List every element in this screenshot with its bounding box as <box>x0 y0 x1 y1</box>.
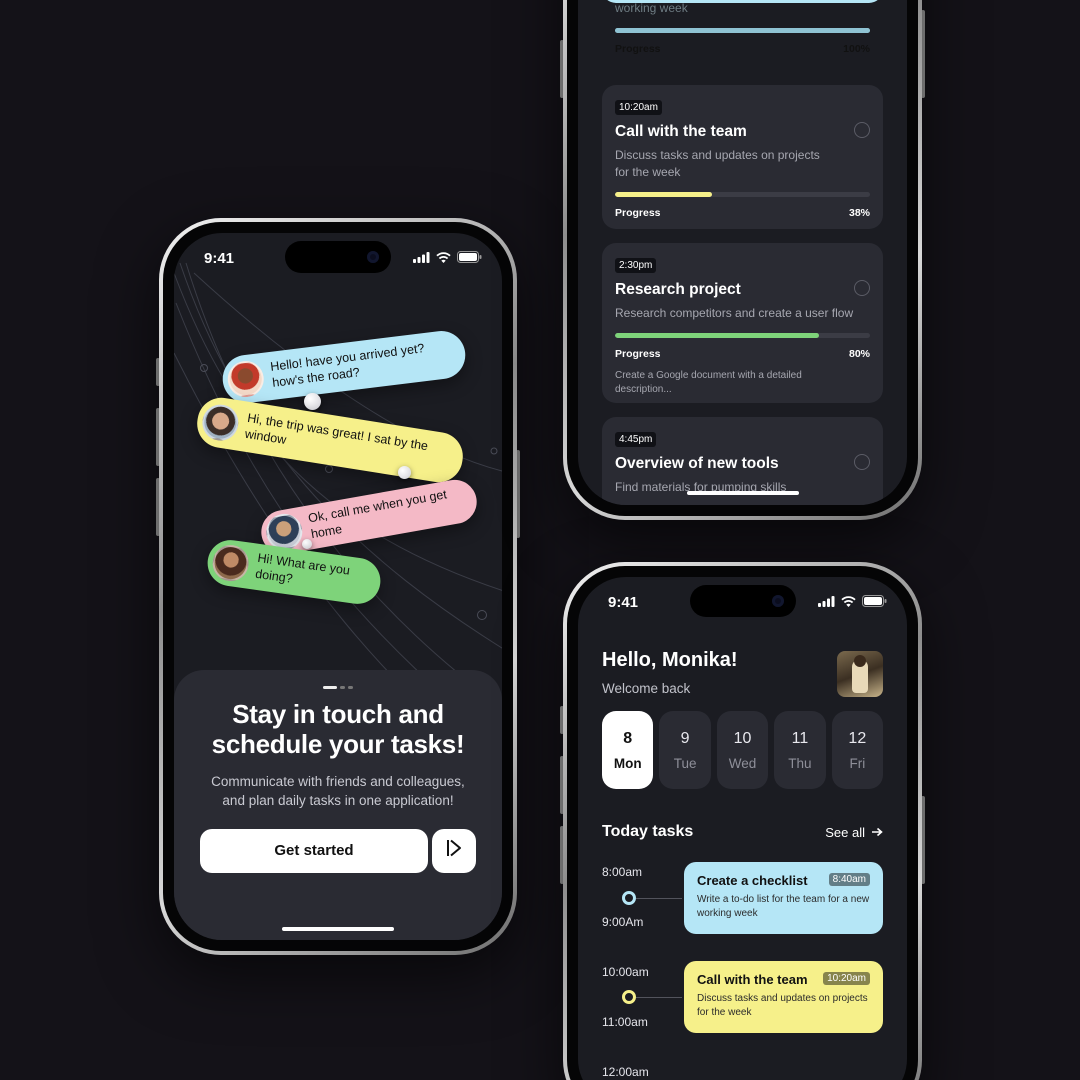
wifi-icon <box>436 250 451 267</box>
progress-value: 80% <box>848 347 870 360</box>
task-title: Overview of new tools <box>615 455 779 472</box>
task-card-call[interactable]: 10:20am Call with the team Discuss tasks… <box>602 85 883 229</box>
progress-bar <box>615 191 870 197</box>
progress-label: Progress <box>615 43 661 55</box>
timeline-dot <box>622 990 636 1004</box>
onboarding-screen: 9:41 Hello! have you arrived yet? how's … <box>174 233 502 940</box>
timeline-end: 9:00Am <box>602 915 644 929</box>
wifi-icon <box>841 594 856 611</box>
schedule-desc: Discuss tasks and updates on projects fo… <box>697 993 868 1018</box>
day-mon[interactable]: 8 Mon <box>602 711 654 789</box>
schedule-card-call[interactable]: Call with the team 10:20am Discuss tasks… <box>684 961 883 1033</box>
timeline-start: 10:00am <box>602 965 649 979</box>
schedule-card-checklist[interactable]: Create a checklist 8:40am Write a to-do … <box>684 862 883 934</box>
avatar <box>225 359 266 400</box>
day-name: Wed <box>728 755 757 771</box>
greeting-title: Hello, Monika! <box>602 649 738 671</box>
status-time: 9:41 <box>608 593 639 611</box>
progress-label: Progress <box>615 347 661 360</box>
see-all-link[interactable]: See all <box>825 825 883 840</box>
day-number: 11 <box>791 729 809 747</box>
task-card-desc: working week <box>615 1 688 15</box>
play-next-icon <box>446 839 462 862</box>
home-indicator <box>282 927 394 931</box>
day-thu[interactable]: 11 Thu <box>774 711 826 789</box>
connector-dot <box>304 393 321 410</box>
connector-dot <box>398 466 411 479</box>
progress-bar <box>615 332 870 338</box>
task-title: Research project <box>615 281 741 298</box>
task-checkbox[interactable] <box>854 122 870 138</box>
schedule-time-chip: 8:40am <box>828 873 870 886</box>
onboarding-title: Stay in touch and schedule your tasks! <box>211 699 465 760</box>
connector-dot <box>302 539 312 549</box>
home-phone: 9:41 Hello, Monika! Welcome back 8 Mon 9… <box>563 562 922 1080</box>
day-name: Thu <box>788 755 812 771</box>
day-name: Fri <box>849 755 866 771</box>
timeline-connector <box>636 997 682 998</box>
signal-icon <box>413 250 430 267</box>
day-tue[interactable]: 9 Tue <box>659 711 711 789</box>
day-number: 10 <box>733 729 752 747</box>
day-wed[interactable]: 10 Wed <box>716 711 769 789</box>
task-time: 2:30pm <box>615 258 657 273</box>
schedule-time-chip: 10:20am <box>823 972 870 985</box>
avatar <box>199 402 241 444</box>
day-number: 9 <box>680 729 690 747</box>
day-number: 12 <box>848 729 867 747</box>
task-desc: Research competitors and create a user f… <box>615 306 854 320</box>
get-started-button[interactable]: Get started <box>200 828 428 873</box>
section-title: Today tasks <box>602 823 694 840</box>
task-time: 10:20am <box>615 100 662 115</box>
task-card-research[interactable]: 2:30pm Research project Research competi… <box>602 243 883 403</box>
dynamic-island <box>689 585 796 617</box>
tasks-phone: working week Progress 100% 10:20am Call … <box>563 0 922 520</box>
task-time: 4:45pm <box>615 432 657 447</box>
progress-label: Progress <box>615 206 661 219</box>
chat-bubble-text: Hi! What are you doing? <box>254 551 351 586</box>
dynamic-island <box>285 241 391 273</box>
timeline-dot <box>622 891 636 905</box>
battery-icon <box>457 250 482 267</box>
day-number: 8 <box>623 729 633 747</box>
avatar[interactable] <box>837 651 883 697</box>
task-checkbox[interactable] <box>854 454 870 470</box>
task-note: Create a Google document with a detailed… <box>615 369 802 395</box>
greeting-block: Hello, Monika! Welcome back <box>602 649 738 696</box>
timeline-end: 11:00am <box>602 1015 648 1029</box>
page-indicator[interactable] <box>200 686 476 689</box>
avatar <box>210 542 251 584</box>
day-name: Tue <box>673 755 697 771</box>
status-time: 9:41 <box>204 249 235 267</box>
schedule-desc: Write a to-do list for the team for a ne… <box>697 894 870 919</box>
onboarding-sheet: Stay in touch and schedule your tasks! C… <box>174 670 502 940</box>
onboarding-phone: 9:41 Hello! have you arrived yet? how's … <box>159 218 517 955</box>
timeline-next: 12:00am <box>602 1065 649 1079</box>
progress-bar <box>615 28 870 33</box>
timeline-connector <box>636 898 682 899</box>
task-title: Call with the team <box>615 123 747 140</box>
signal-icon <box>818 594 835 611</box>
onboarding-subtitle: Communicate with friends and colleagues,… <box>211 774 465 808</box>
battery-icon <box>862 594 887 611</box>
day-name: Mon <box>613 755 642 771</box>
greeting-subtitle: Welcome back <box>602 681 691 696</box>
home-indicator <box>686 491 799 495</box>
arrow-right-icon <box>871 825 883 840</box>
progress-value: 38% <box>848 206 870 219</box>
home-screen: 9:41 Hello, Monika! Welcome back 8 Mon 9… <box>578 577 907 1080</box>
tasks-screen: working week Progress 100% 10:20am Call … <box>578 0 907 505</box>
task-desc: Discuss tasks and updates on projects fo… <box>615 148 820 179</box>
progress-value: 100% <box>843 43 870 55</box>
see-all-label: See all <box>825 824 865 840</box>
timeline-start: 8:00am <box>602 865 643 879</box>
next-button[interactable] <box>432 828 476 873</box>
date-selector: 8 Mon 9 Tue 10 Wed 11 Thu 12 Fri <box>602 711 884 789</box>
day-fri[interactable]: 12 Fri <box>831 711 884 789</box>
task-checkbox[interactable] <box>854 280 870 296</box>
